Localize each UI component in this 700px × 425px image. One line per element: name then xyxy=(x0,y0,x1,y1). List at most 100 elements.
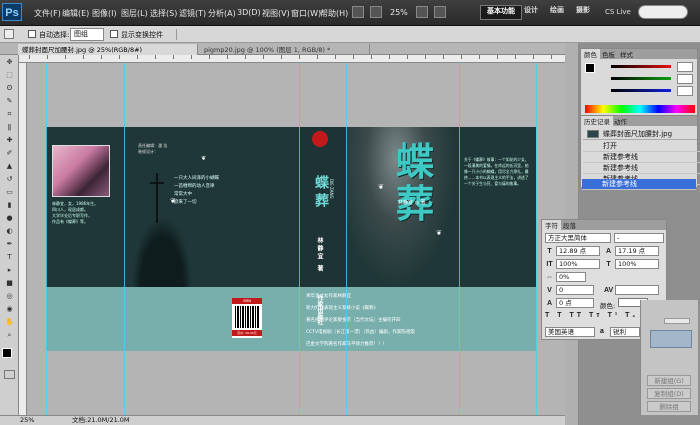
history-snapshot[interactable]: 蝶葬封面尺加腰封.jpg xyxy=(583,128,697,140)
ruler-horizontal[interactable] xyxy=(19,55,565,63)
guide-line[interactable] xyxy=(536,63,537,415)
workspace-photography[interactable]: 摄影 xyxy=(570,5,596,20)
hand-tool-icon[interactable]: ✋ xyxy=(4,318,15,327)
tab-cover-doc[interactable]: 蝶葬封面尺加腰封.jpg @ 25%(RGB/8#) xyxy=(18,44,198,55)
move-tool-preset-icon[interactable] xyxy=(4,29,14,39)
auto-select-dropdown[interactable]: 图组 xyxy=(70,28,104,41)
history-item[interactable]: 新建参考线 xyxy=(583,163,700,174)
red-slider[interactable] xyxy=(611,65,671,68)
gradient-tool-icon[interactable]: ▮ xyxy=(4,201,15,210)
workspace-painting[interactable]: 绘画 xyxy=(544,5,570,20)
fg-color-swatch[interactable] xyxy=(585,63,595,73)
brush-tool-icon[interactable]: ✐ xyxy=(4,149,15,158)
marquee-tool-icon[interactable]: ⬚ xyxy=(4,71,15,80)
zoom-level[interactable]: 25% xyxy=(390,8,408,17)
guide-line[interactable] xyxy=(46,63,47,415)
workspace-design[interactable]: 设计 xyxy=(518,5,544,20)
baseline-shift-input[interactable]: 0 点 xyxy=(556,298,594,308)
arrange-icon[interactable] xyxy=(434,6,446,18)
menu-select[interactable]: 选择(S) xyxy=(150,8,177,19)
crop-tool-icon[interactable]: ⌗ xyxy=(4,110,15,119)
minibridge-icon[interactable] xyxy=(370,6,382,18)
guide-line[interactable] xyxy=(124,63,125,415)
show-transform-checkbox[interactable] xyxy=(110,30,118,38)
language-dropdown[interactable]: 美国英语 xyxy=(545,327,595,337)
guide-line[interactable] xyxy=(299,63,300,415)
tab-history[interactable]: 历史记录 xyxy=(581,116,613,126)
status-zoom[interactable]: 25% xyxy=(20,416,34,425)
history-brush-tool-icon[interactable]: ↺ xyxy=(4,175,15,184)
quick-mask-icon[interactable] xyxy=(4,370,15,379)
search-input[interactable] xyxy=(638,5,688,19)
status-doc-info[interactable]: 文档:21.0M/21.0M xyxy=(72,416,130,425)
3d-camera-tool-icon[interactable]: ◉ xyxy=(4,305,15,314)
font-style-dropdown[interactable]: - xyxy=(614,233,664,243)
duplicate-group-button[interactable]: 复制组(D) xyxy=(647,388,691,399)
tab-character[interactable]: 字符 xyxy=(542,220,561,230)
leading-input[interactable]: 17.19 点 xyxy=(615,246,659,256)
menu-view[interactable]: 视图(V) xyxy=(262,8,290,19)
eyedropper-tool-icon[interactable]: ǁ xyxy=(4,123,15,132)
path-select-tool-icon[interactable]: ▸ xyxy=(4,266,15,275)
zoom-tool-icon[interactable]: ⌕ xyxy=(4,331,15,340)
kerning-input[interactable]: 0 xyxy=(556,285,594,295)
red-value[interactable] xyxy=(677,62,693,72)
layer-thumbnail[interactable] xyxy=(650,330,692,348)
layer-opacity-field[interactable] xyxy=(664,318,690,324)
font-family-dropdown[interactable]: 方正大黑简体 xyxy=(545,233,611,243)
ruler-vertical[interactable] xyxy=(19,63,27,415)
tsume-input[interactable]: 0% xyxy=(556,272,586,282)
menu-edit[interactable]: 编辑(E) xyxy=(62,8,89,19)
stamp-tool-icon[interactable]: ▲ xyxy=(4,162,15,171)
tab-swatches[interactable]: 色板 xyxy=(599,49,618,59)
blue-slider[interactable] xyxy=(611,89,671,92)
move-tool-icon[interactable]: ✥ xyxy=(4,58,15,67)
history-item-selected[interactable]: 新建参考线 xyxy=(582,179,696,190)
blur-tool-icon[interactable]: ● xyxy=(4,214,15,223)
green-slider[interactable] xyxy=(611,77,671,80)
blue-value[interactable] xyxy=(677,86,693,96)
menu-analysis[interactable]: 分析(A) xyxy=(208,8,236,19)
tab-color[interactable]: 颜色 xyxy=(581,49,600,59)
menu-file[interactable]: 文件(F) xyxy=(34,8,61,19)
menu-filter[interactable]: 滤镜(T) xyxy=(179,8,206,19)
auto-select-checkbox[interactable] xyxy=(28,30,36,38)
foreground-color-swatch[interactable] xyxy=(2,348,12,358)
font-size-input[interactable]: 12.89 点 xyxy=(556,246,600,256)
guide-line[interactable] xyxy=(346,63,347,415)
color-spectrum[interactable] xyxy=(585,105,695,113)
tracking-input[interactable] xyxy=(615,285,659,295)
tab-pigmp20[interactable]: pigmp20.jpg @ 100% (图层 1, RGB/8) * xyxy=(200,44,370,55)
pen-tool-icon[interactable]: ✒ xyxy=(4,240,15,249)
menu-help[interactable]: 帮助(H) xyxy=(320,8,348,19)
menu-layer[interactable]: 图层(L) xyxy=(121,8,148,19)
menu-image[interactable]: 图像(I) xyxy=(92,8,117,19)
workspace-essentials[interactable]: 基本功能 xyxy=(480,5,522,20)
green-value[interactable] xyxy=(677,74,693,84)
anti-alias-dropdown[interactable]: 锐利 xyxy=(610,327,640,337)
new-group-button[interactable]: 新建组(G) xyxy=(647,375,691,386)
tab-actions[interactable]: 动作 xyxy=(611,116,630,126)
menu-3d[interactable]: 3D(D) xyxy=(237,8,261,17)
bridge-icon[interactable] xyxy=(352,6,364,18)
horizontal-scale-input[interactable]: 100% xyxy=(615,259,659,269)
healing-tool-icon[interactable]: ✚ xyxy=(4,136,15,145)
ps-logo-icon[interactable]: Ps xyxy=(2,3,22,21)
lasso-tool-icon[interactable]: ʘ xyxy=(4,84,15,93)
align-buttons[interactable] xyxy=(176,29,276,40)
type-tool-icon[interactable]: T xyxy=(4,253,15,262)
quick-select-tool-icon[interactable]: ✎ xyxy=(4,97,15,106)
tab-paragraph[interactable]: 段落 xyxy=(560,220,579,230)
menu-window[interactable]: 窗口(W) xyxy=(291,8,321,19)
shape-tool-icon[interactable]: ■ xyxy=(4,279,15,288)
tab-styles[interactable]: 样式 xyxy=(617,49,636,59)
delete-group-button[interactable]: 删除组 xyxy=(647,401,691,412)
history-item[interactable]: 打开 xyxy=(583,141,700,152)
hand-view-icon[interactable] xyxy=(416,6,428,18)
history-item[interactable]: 新建参考线 xyxy=(583,152,700,163)
3d-rotate-tool-icon[interactable]: ◎ xyxy=(4,292,15,301)
book-cover-document[interactable]: 林静宜，女，1986年生。 四川人，现居成都。 大学毕业后专职写作， 作品有《蝶… xyxy=(46,127,536,351)
eraser-tool-icon[interactable]: ▭ xyxy=(4,188,15,197)
dodge-tool-icon[interactable]: ◐ xyxy=(4,227,15,236)
vertical-scale-input[interactable]: 100% xyxy=(556,259,600,269)
